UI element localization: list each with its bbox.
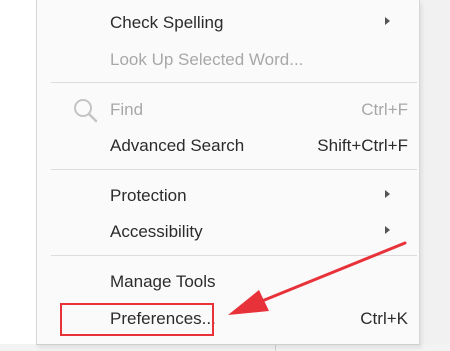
menu-item-check-spelling[interactable]: Check Spelling [37,5,419,39]
menu-item-label: Advanced Search [110,136,245,155]
menu-item-label: Accessibility [110,222,203,241]
background-panel [418,0,450,351]
menu-item-find[interactable]: Find Ctrl+F [37,92,419,126]
menu-item-shortcut: Shift+Ctrl+F [317,136,408,155]
menu-item-label: Protection [110,186,187,205]
menu-item-protection[interactable]: Protection [37,178,419,212]
menu-item-advanced-search[interactable]: Advanced Search Shift+Ctrl+F [37,128,419,162]
menu-separator [51,82,417,83]
menu-item-label: Look Up Selected Word... [110,50,304,69]
divider [275,344,276,351]
submenu-arrow-icon [385,190,390,198]
menu-item-accessibility[interactable]: Accessibility [37,214,419,248]
menu-item-label: Check Spelling [110,13,224,32]
screenshot-stage: Check Spelling Look Up Selected Word... … [0,0,450,351]
submenu-arrow-icon [385,226,390,234]
edit-context-menu: Check Spelling Look Up Selected Word... … [36,0,420,345]
search-icon [74,99,98,123]
background-strip [0,344,450,351]
menu-item-manage-tools[interactable]: Manage Tools [37,264,419,298]
menu-separator [51,169,417,170]
menu-item-label: Manage Tools [110,272,216,291]
menu-item-shortcut: Ctrl+K [360,309,408,328]
submenu-arrow-icon [385,17,390,25]
menu-item-label: Find [110,100,144,119]
menu-item-look-up-selected-word[interactable]: Look Up Selected Word... [37,42,419,76]
menu-separator [51,255,417,256]
menu-item-shortcut: Ctrl+F [361,100,408,119]
annotation-highlight-box [60,303,214,336]
